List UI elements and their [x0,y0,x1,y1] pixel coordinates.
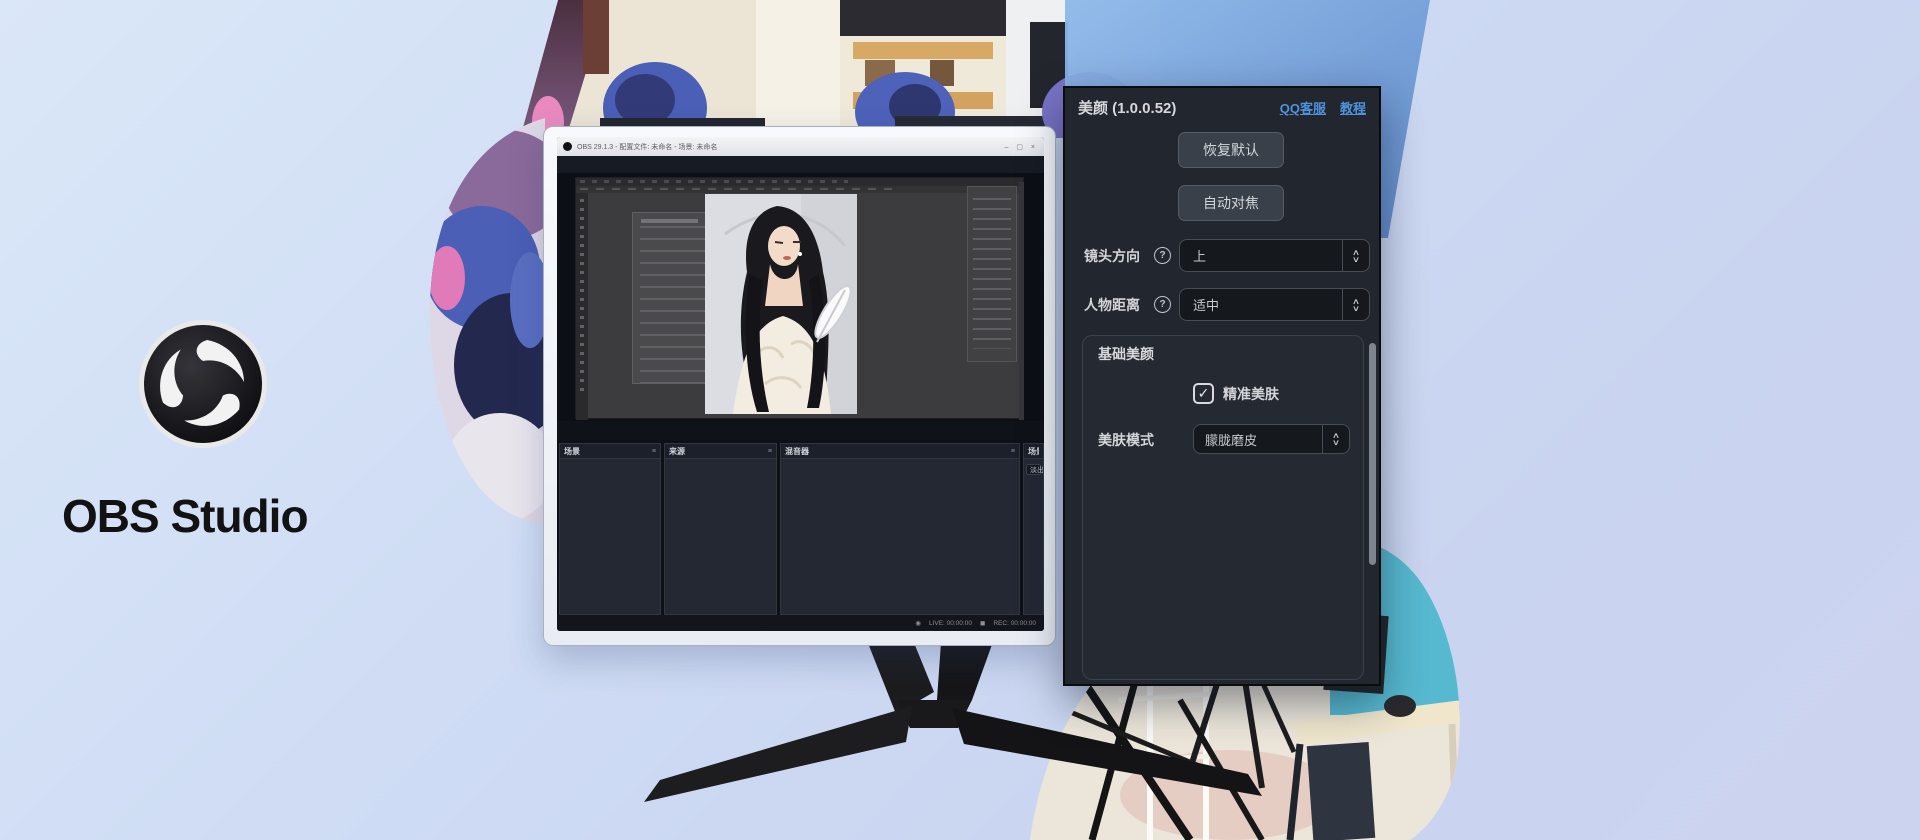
ps-menubar [576,186,1023,193]
camera-direction-select[interactable]: 上 ∧ ∨ [1179,239,1370,272]
sources-dock-title: 来源 [669,446,685,457]
camera-direction-value: 上 [1180,246,1342,265]
help-icon[interactable]: ? [1154,296,1171,313]
transition-select[interactable]: 淡出 [1026,464,1041,475]
beauty-panel-title: 美颜 (1.0.0.52) [1078,97,1176,118]
dock-menu-icon[interactable]: ≡ [652,448,656,455]
mixer-dock-header[interactable]: 混音器 ≡ [781,444,1019,459]
skin-mode-select[interactable]: 朦胧磨皮 ∧ ∨ [1193,424,1350,454]
help-icon[interactable]: ? [1154,247,1171,264]
chevron-down-icon: ∨ [1352,256,1360,263]
beauty-panel: 美颜 (1.0.0.52) QQ客服 教程 恢复默认 自动对焦 镜头方向 ? 上… [1063,86,1381,686]
ps-layers-panel [967,186,1017,362]
ps-side-strip [1019,182,1024,420]
camera-direction-row: 镜头方向 ? 上 ∧ ∨ [1065,239,1379,272]
subject-distance-value: 适中 [1180,295,1342,314]
captured-photoshop-window [575,177,1024,419]
scenes-dock: 场景 ≡ [559,443,661,615]
mixer-dock: 混音器 ≡ [780,443,1020,615]
live-dot-icon: ◉ [915,619,921,627]
select-spinner[interactable]: ∧ ∨ [1322,425,1349,453]
obs-docks: 场景 ≡ 来源 ≡ 混音器 ≡ [557,440,1044,615]
obs-menubar [557,156,1044,173]
subject-distance-row: 人物距离 ? 适中 ∧ ∨ [1065,288,1379,321]
mixer-dock-title: 混音器 [785,446,809,457]
tutorial-link[interactable]: 教程 [1340,98,1366,117]
autofocus-button[interactable]: 自动对焦 [1178,185,1284,221]
scenes-dock-title: 场景 [564,446,580,457]
chevron-down-icon: ∨ [1332,439,1340,446]
transitions-dock-title: 场景过渡 [1028,446,1039,457]
obs-statusbar: ◉ LIVE: 00:00:00 ◼ REC: 00:00:00 [557,615,1044,631]
app-name: OBS Studio [62,489,308,543]
obs-titlebar-logo-icon [563,142,572,151]
transition-value: 淡出 [1030,465,1044,475]
obs-branding: OBS Studio [0,0,420,565]
scenes-dock-header[interactable]: 场景 ≡ [560,444,660,459]
monitor: OBS 29.1.3 - 配置文件: 未命名 - 场景: 未命名 – ▢ × [543,126,1056,646]
obs-window-title: OBS 29.1.3 - 配置文件: 未命名 - 场景: 未命名 [577,142,1000,152]
panel-scrollbar[interactable] [1369,343,1376,565]
obs-logo-icon [0,0,420,560]
obs-window: OBS 29.1.3 - 配置文件: 未命名 - 场景: 未命名 – ▢ × [557,137,1044,631]
precise-skin-checkbox[interactable]: ✓ [1193,383,1214,404]
skin-mode-row: 美肤模式 朦胧磨皮 ∧ ∨ [1083,424,1363,454]
obs-preview-area [557,173,1044,421]
ps-toolbar [576,193,588,420]
portrait-photo [705,194,857,414]
obs-titlebar[interactable]: OBS 29.1.3 - 配置文件: 未命名 - 场景: 未命名 – ▢ × [557,137,1044,156]
restore-defaults-button[interactable]: 恢复默认 [1178,132,1284,168]
window-controls[interactable]: – ▢ × [1005,143,1038,151]
precise-skin-label: 精准美肤 [1223,384,1279,404]
page: OBS Studio OBS 29.1.3 - 配置文件: 未命名 - 场景: … [0,0,1920,840]
transitions-dock: 场景过渡 淡出 [1023,443,1044,615]
rec-status: REC: 00:00:00 [993,620,1036,627]
live-status: LIVE: 00:00:00 [929,620,972,627]
skin-mode-value: 朦胧磨皮 [1194,430,1322,449]
section-title: 基础美颜 [1098,344,1154,364]
ps-titlebar [576,178,1023,186]
subject-distance-select[interactable]: 适中 ∧ ∨ [1179,288,1370,321]
sources-dock-header[interactable]: 来源 ≡ [665,444,776,459]
subject-distance-label: 人物距离 [1084,295,1140,315]
chevron-down-icon: ∨ [1352,305,1360,312]
dock-menu-icon[interactable]: ≡ [1011,448,1015,455]
camera-direction-label: 镜头方向 [1084,246,1140,266]
skin-mode-label: 美肤模式 [1098,430,1154,450]
sources-dock: 来源 ≡ [664,443,777,615]
qq-support-link[interactable]: QQ客服 [1280,98,1326,117]
select-spinner[interactable]: ∧ ∨ [1342,289,1369,320]
transitions-dock-header[interactable]: 场景过渡 [1024,444,1043,459]
precise-skin-row: ✓ 精准美肤 [1193,383,1279,404]
basic-beauty-section: 基础美颜 ✓ 精准美肤 美肤模式 朦胧磨皮 ∧ ∨ [1082,335,1364,680]
rec-dot-icon: ◼ [980,619,985,627]
select-spinner[interactable]: ∧ ∨ [1342,240,1369,271]
dock-menu-icon[interactable]: ≡ [768,448,772,455]
preview-mode-tabs [557,422,1044,439]
